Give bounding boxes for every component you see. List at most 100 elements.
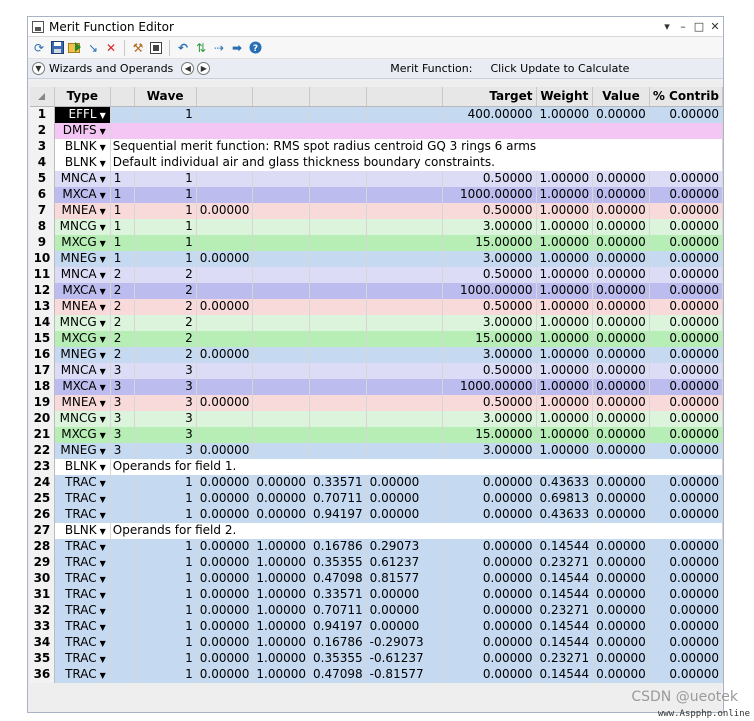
wave-cell[interactable]: 1 (134, 490, 197, 507)
param-3-cell[interactable] (196, 234, 254, 251)
operand-type-cell[interactable]: MNEG ▼ (54, 250, 111, 267)
param-5-cell[interactable] (309, 314, 367, 331)
next-icon[interactable]: ⇢ (211, 40, 227, 56)
weight-cell[interactable]: 0.14544 (536, 634, 594, 651)
dropdown-arrow-icon[interactable]: ▼ (100, 175, 106, 184)
operand-row[interactable]: 15 MXCG ▼ 2 2 15.00000 1.00000 0.00000 0.00000 (30, 330, 724, 347)
wave-cell[interactable]: 2 (134, 282, 197, 299)
param-1-cell[interactable]: 1 (110, 170, 135, 187)
param-1-cell[interactable]: 2 (110, 346, 135, 363)
param-1-cell[interactable]: 3 (110, 426, 135, 443)
row-number[interactable]: 13 (30, 298, 55, 315)
param-3-cell[interactable]: 0.00000 (196, 474, 254, 491)
operand-row[interactable]: 31 TRAC ▼ 1 0.00000 1.00000 0.33571 0.00000 0.00… (30, 586, 724, 603)
dropdown-arrow-icon[interactable]: ▼ (100, 671, 106, 680)
param-4-cell[interactable]: 1.00000 (252, 666, 311, 683)
comment-cell[interactable]: Operands for field 2. (110, 522, 724, 539)
dropdown-arrow-icon[interactable]: ▼ (100, 591, 106, 600)
param-6-cell[interactable] (366, 362, 444, 379)
param-1-cell[interactable] (110, 586, 135, 603)
param-3-cell[interactable]: 0.00000 (196, 634, 254, 651)
wave-cell[interactable]: 3 (134, 394, 197, 411)
weight-cell[interactable]: 0.14544 (536, 618, 594, 635)
load-icon[interactable] (67, 40, 83, 56)
operand-type-cell[interactable]: MNEA ▼ (54, 394, 111, 411)
row-number[interactable]: 31 (30, 586, 55, 603)
chevron-right-icon[interactable]: ▶ (197, 62, 211, 75)
param-6-cell[interactable] (366, 394, 444, 411)
param-1-cell[interactable]: 2 (110, 282, 135, 299)
target-cell[interactable]: 3.00000 (442, 250, 537, 267)
param-5-cell[interactable]: 0.16786 (309, 634, 367, 651)
dropdown-arrow-icon[interactable]: ▼ (100, 351, 106, 360)
target-cell[interactable]: 3.00000 (442, 314, 537, 331)
param-4-cell[interactable] (252, 394, 311, 411)
maximize-button[interactable]: □ (691, 20, 707, 33)
param-1-cell[interactable]: 1 (110, 234, 135, 251)
target-cell[interactable]: 0.00000 (442, 570, 537, 587)
weight-cell[interactable]: 1.00000 (536, 346, 594, 363)
param-4-cell[interactable] (252, 282, 311, 299)
param-1-cell[interactable]: 3 (110, 394, 135, 411)
param-6-cell[interactable] (366, 266, 444, 283)
target-cell[interactable]: 400.00000 (442, 106, 537, 123)
operand-row[interactable]: 7 MNEA ▼ 1 1 0.00000 0.50000 1.00000 0.00000 0.00… (30, 202, 724, 219)
param-1-cell[interactable] (110, 506, 135, 523)
target-cell[interactable]: 0.50000 (442, 362, 537, 379)
weight-cell[interactable]: 1.00000 (536, 314, 594, 331)
row-number[interactable]: 36 (30, 666, 55, 683)
dropdown-arrow-icon[interactable]: ▼ (100, 655, 106, 664)
weight-cell[interactable]: 1.00000 (536, 170, 594, 187)
operand-type-cell[interactable]: MXCA ▼ (54, 282, 111, 299)
row-number[interactable]: 34 (30, 634, 55, 651)
row-number[interactable]: 23 (30, 458, 55, 475)
wave-cell[interactable]: 2 (134, 314, 197, 331)
param-5-cell[interactable] (309, 170, 367, 187)
weight-cell[interactable]: 1.00000 (536, 330, 594, 347)
window-menu-button[interactable]: ▾ (659, 20, 675, 33)
param-1-cell[interactable]: 1 (110, 202, 135, 219)
param-6-cell[interactable]: -0.29073 (366, 634, 444, 651)
param-3-cell[interactable]: 0.00000 (196, 650, 254, 667)
operand-type-cell[interactable]: TRAC ▼ (54, 490, 111, 507)
operand-row[interactable]: 24 TRAC ▼ 1 0.00000 0.00000 0.33571 0.00000 0.00… (30, 474, 724, 491)
param-1-cell[interactable] (110, 570, 135, 587)
operand-type-cell[interactable]: TRAC ▼ (54, 506, 111, 523)
param-3-cell[interactable]: 0.00000 (196, 298, 254, 315)
param-5-cell[interactable] (309, 442, 367, 459)
wave-cell[interactable]: 3 (134, 426, 197, 443)
param-6-cell[interactable]: 0.00000 (366, 586, 444, 603)
operand-row[interactable]: 22 MNEG ▼ 3 3 0.00000 3.00000 1.00000 0.00000 0.0… (30, 442, 724, 459)
operand-type-cell[interactable]: MNEA ▼ (54, 202, 111, 219)
param-1-cell[interactable] (110, 538, 135, 555)
wave-cell[interactable]: 1 (134, 602, 197, 619)
wave-cell[interactable]: 1 (134, 106, 197, 123)
weight-cell[interactable]: 1.00000 (536, 266, 594, 283)
param-4-cell[interactable]: 1.00000 (252, 618, 311, 635)
operand-type-cell[interactable]: MXCG ▼ (54, 330, 111, 347)
chevron-left-icon[interactable]: ◀ (181, 62, 195, 75)
param-5-cell[interactable] (309, 394, 367, 411)
dropdown-arrow-icon[interactable]: ▼ (100, 159, 106, 168)
weight-cell[interactable]: 1.00000 (536, 282, 594, 299)
row-number[interactable]: 5 (30, 170, 55, 187)
param-3-cell[interactable]: 0.00000 (196, 602, 254, 619)
weight-cell[interactable]: 1.00000 (536, 186, 594, 203)
target-cell[interactable]: 0.50000 (442, 266, 537, 283)
row-number[interactable]: 10 (30, 250, 55, 267)
row-number[interactable]: 32 (30, 602, 55, 619)
param-4-cell[interactable] (252, 314, 311, 331)
row-number[interactable]: 25 (30, 490, 55, 507)
param-6-cell[interactable]: 0.81577 (366, 570, 444, 587)
param-4-cell[interactable] (252, 362, 311, 379)
target-cell[interactable]: 1000.00000 (442, 282, 537, 299)
target-cell[interactable]: 0.50000 (442, 298, 537, 315)
operand-type-cell[interactable]: MNCG ▼ (54, 314, 111, 331)
operand-type-cell[interactable]: DMFS ▼ (54, 122, 111, 139)
operand-row[interactable]: 12 MXCA ▼ 2 2 1000.00000 1.00000 0.00000 0.00000 (30, 282, 724, 299)
param-5-cell[interactable] (309, 186, 367, 203)
target-cell[interactable]: 15.00000 (442, 234, 537, 251)
operand-type-cell[interactable]: MNEA ▼ (54, 298, 111, 315)
operand-type-cell[interactable]: TRAC ▼ (54, 554, 111, 571)
param-6-cell[interactable]: -0.81577 (366, 666, 444, 683)
